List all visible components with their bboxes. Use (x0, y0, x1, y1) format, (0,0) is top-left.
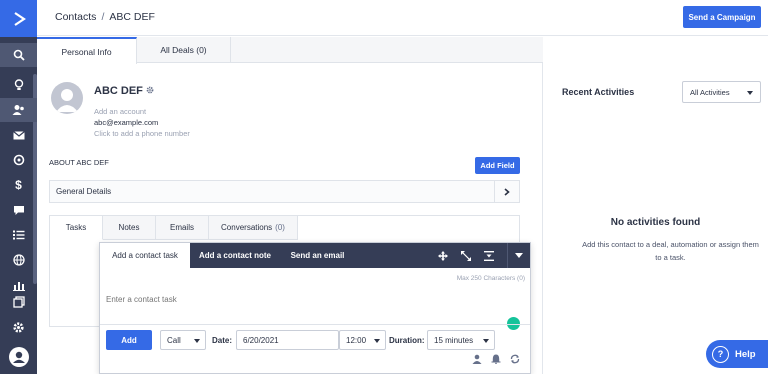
duration-value: 15 minutes (434, 335, 474, 345)
automation-icon[interactable] (0, 148, 37, 172)
tab-personal-info[interactable]: Personal Info (37, 37, 137, 64)
top-bar: Contacts / ABC DEF (37, 0, 768, 36)
logo-icon[interactable] (0, 0, 37, 37)
breadcrumb: Contacts / ABC DEF (55, 11, 155, 23)
max-characters-hint: Max 250 Characters (0) (456, 275, 525, 282)
about-heading: ABOUT ABC DEF (49, 158, 109, 167)
add-phone-link[interactable]: Click to add a phone number (94, 129, 190, 138)
expand-icon[interactable] (455, 243, 477, 268)
activities-filter-value: All Activities (690, 87, 730, 97)
sidebar: $ (0, 0, 37, 374)
time-value: 12:00 (346, 335, 367, 345)
composer-tab-task[interactable]: Add a contact task (100, 243, 190, 268)
add-task-button[interactable]: Add (106, 330, 152, 350)
composer-menu-caret-icon[interactable] (507, 243, 529, 268)
composer-tabs: Add a contact task Add a contact note Se… (100, 243, 530, 268)
subtab-conversations[interactable]: Conversations (0) (209, 216, 298, 240)
contacts-icon[interactable] (0, 98, 37, 122)
contact-tabs: Personal Info All Deals (0) (37, 37, 543, 64)
tab-all-deals[interactable]: All Deals (0) (137, 37, 231, 63)
subtab-tasks[interactable]: Tasks (50, 216, 103, 240)
add-account-link[interactable]: Add an account (94, 107, 146, 116)
task-type-value: Call (167, 335, 181, 345)
help-label: Help (735, 348, 756, 360)
date-field[interactable]: 6/20/2021 (236, 330, 339, 350)
globe-icon[interactable] (0, 248, 37, 272)
duration-select[interactable]: 15 minutes (427, 330, 495, 350)
repeat-icon[interactable] (510, 354, 520, 366)
mail-icon[interactable] (0, 123, 37, 147)
list-icon[interactable] (0, 223, 37, 247)
user-avatar-icon[interactable] (0, 345, 37, 369)
recent-activities-title: Recent Activities (562, 87, 635, 97)
empty-state-title: No activities found (610, 217, 701, 228)
date-value: 6/20/2021 (243, 335, 279, 345)
send-campaign-button[interactable]: Send a Campaign (683, 6, 761, 28)
composer-tab-note[interactable]: Add a contact note (190, 243, 280, 268)
composer-tab-email[interactable]: Send an email (280, 243, 355, 268)
lightbulb-icon[interactable] (0, 73, 37, 97)
help-question-icon: ? (712, 345, 729, 363)
chat-icon[interactable] (0, 198, 37, 222)
contact-avatar[interactable] (51, 82, 83, 114)
move-icon[interactable] (432, 243, 454, 268)
time-select[interactable]: 12:00 (339, 330, 386, 350)
minimize-icon[interactable] (478, 243, 500, 268)
subtab-conversations-label: Conversations (221, 223, 273, 232)
task-text-input[interactable] (106, 284, 521, 314)
general-details-row[interactable]: General Details (49, 180, 520, 203)
task-type-select[interactable]: Call (160, 330, 206, 350)
bell-icon[interactable] (491, 354, 501, 366)
general-details-label: General Details (56, 187, 112, 196)
chevron-down-icon (747, 91, 753, 95)
search-icon[interactable] (0, 43, 37, 67)
contact-name[interactable]: ABC DEF (94, 85, 143, 97)
subtab-emails[interactable]: Emails (156, 216, 209, 240)
breadcrumb-separator: / (101, 11, 105, 23)
contact-email[interactable]: abc@example.com (94, 118, 158, 127)
help-button[interactable]: ? Help (706, 340, 768, 368)
activities-filter-select[interactable]: All Activities (682, 81, 761, 103)
pages-icon[interactable] (0, 290, 37, 314)
assignee-icon[interactable] (472, 354, 482, 366)
duration-label: Duration: (389, 336, 425, 345)
date-label: Date: (212, 336, 233, 345)
breadcrumb-current: ABC DEF (109, 11, 155, 23)
chevron-down-icon (483, 339, 489, 343)
settings-icon[interactable] (0, 315, 37, 339)
chevron-right-icon[interactable] (494, 181, 519, 202)
chevron-down-icon (194, 339, 200, 343)
dollar-icon[interactable]: $ (0, 173, 37, 197)
subtab-conversations-count: (0) (275, 223, 285, 232)
subtab-notes[interactable]: Notes (103, 216, 156, 240)
add-field-button[interactable]: Add Field (475, 157, 520, 174)
chevron-down-icon (374, 339, 380, 343)
contact-settings-icon[interactable] (146, 86, 154, 96)
empty-state-text: Add this contact to a deal, automation o… (582, 240, 759, 262)
breadcrumb-contacts-link[interactable]: Contacts (55, 11, 96, 23)
composer-divider (100, 324, 530, 325)
task-composer: Add a contact task Add a contact note Se… (99, 242, 531, 374)
